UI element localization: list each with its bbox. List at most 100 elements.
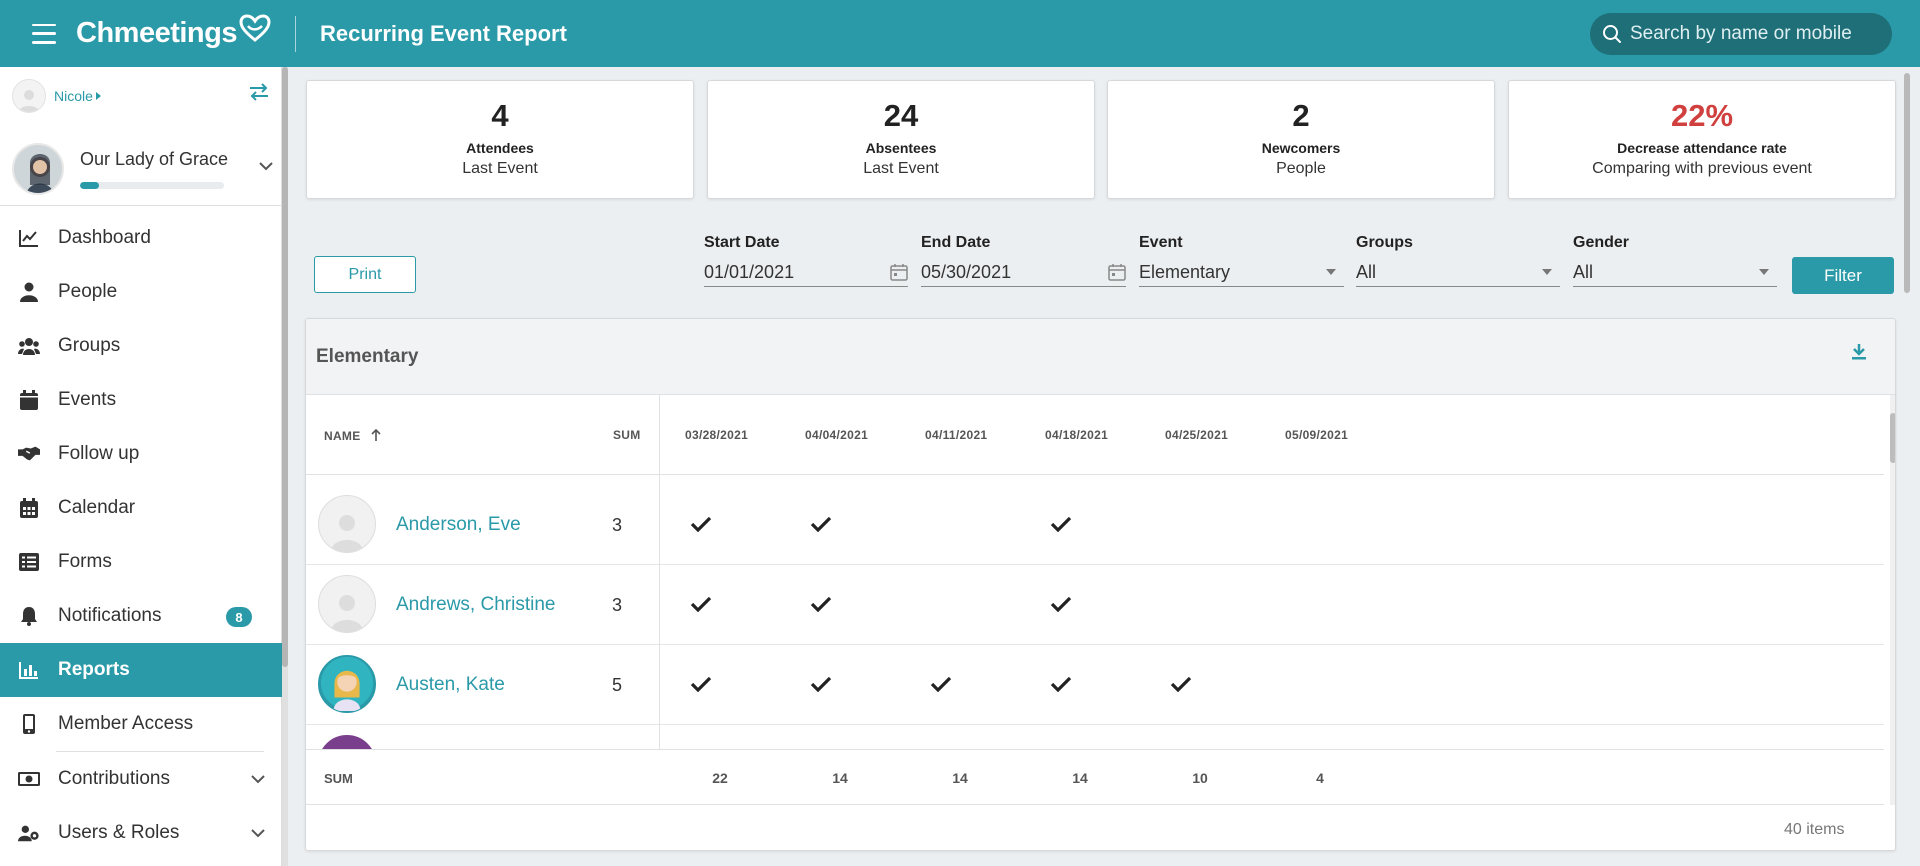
dropdown-arrow-icon: [1542, 269, 1552, 275]
end-date-input[interactable]: 05/30/2021: [921, 258, 1126, 287]
chart-line-icon: [18, 227, 40, 249]
column-divider: [659, 395, 660, 805]
logo[interactable]: Chmeetings: [76, 13, 271, 50]
dropdown-arrow-icon: [1759, 269, 1769, 275]
chevron-down-icon[interactable]: [258, 161, 274, 171]
column-header-date[interactable]: 04/25/2021: [1165, 428, 1228, 442]
groups-label: Groups: [1356, 234, 1413, 251]
sidebar-item-label: Dashboard: [58, 227, 151, 248]
print-button[interactable]: Print: [314, 256, 416, 293]
sidebar-scrollbar[interactable]: [282, 67, 288, 866]
swap-icon[interactable]: [248, 83, 270, 107]
sidebar-item-member-access[interactable]: Member Access: [0, 697, 282, 751]
person-placeholder-icon: [331, 595, 363, 632]
attendance-check-icon: [810, 516, 832, 533]
start-date-input[interactable]: 01/01/2021: [704, 258, 908, 287]
avatar: [318, 735, 376, 749]
sidebar-item-users-roles[interactable]: Users & Roles: [0, 806, 282, 860]
stat-label: Attendees: [466, 140, 534, 156]
stat-sub: Last Event: [462, 160, 538, 177]
column-header-name[interactable]: NAME: [324, 428, 382, 443]
user-name[interactable]: Nicole: [54, 88, 93, 104]
attendance-check-icon: [810, 676, 832, 693]
sidebar-item-groups[interactable]: Groups: [0, 319, 282, 373]
sidebar-item-people[interactable]: People: [0, 265, 282, 319]
sidebar-item-contributions[interactable]: Contributions: [0, 752, 282, 806]
stat-card-attendance-rate: 22% Decrease attendance rate Comparing w…: [1508, 80, 1896, 199]
page-scrollbar-thumb[interactable]: [1904, 73, 1910, 293]
user-switcher[interactable]: Nicole: [12, 79, 101, 113]
column-header-date[interactable]: 04/11/2021: [925, 428, 987, 442]
sidebar-item-label: Users & Roles: [58, 822, 180, 843]
sidebar-item-followup[interactable]: Follow up: [0, 427, 282, 481]
church-progress-bar: [80, 182, 224, 189]
column-header-sum[interactable]: SUM: [613, 428, 641, 442]
sidebar-item-notifications[interactable]: Notifications 8: [0, 589, 282, 643]
person-icon: [18, 281, 40, 303]
dropdown-arrow-icon: [1326, 269, 1336, 275]
end-date-field: End Date 05/30/2021: [921, 234, 1126, 287]
column-header-date[interactable]: 04/04/2021: [805, 428, 868, 442]
row-sum: 5: [612, 675, 623, 695]
column-header-date[interactable]: 04/18/2021: [1045, 428, 1108, 442]
stat-label: Absentees: [865, 140, 937, 156]
event-label: Event: [1139, 234, 1183, 251]
calendar-picker-icon[interactable]: [890, 263, 908, 281]
gender-select[interactable]: All: [1573, 258, 1777, 287]
calendar-picker-icon[interactable]: [1108, 263, 1126, 281]
sidebar-item-label: Follow up: [58, 443, 140, 464]
table-scrollbar-thumb[interactable]: [1890, 413, 1895, 463]
search-input[interactable]: [1630, 23, 1870, 45]
sum-value: 10: [1192, 770, 1208, 786]
attendance-check-icon: [690, 596, 712, 613]
sidebar-item-calendar[interactable]: Calendar: [0, 481, 282, 535]
handshake-icon: [18, 443, 40, 465]
user-avatar: [12, 79, 46, 113]
church-selector[interactable]: Our Lady of Grace: [12, 139, 274, 199]
chevron-down-icon[interactable]: [250, 774, 266, 784]
stat-card-newcomers: 2 Newcomers People: [1107, 80, 1495, 199]
search-icon: [1603, 25, 1621, 43]
avatar: [318, 495, 376, 553]
gender-label: Gender: [1573, 234, 1630, 251]
avatar: [318, 655, 376, 713]
person-avatar-illustration: [320, 656, 374, 711]
start-date-field: Start Date 01/01/2021: [704, 234, 908, 287]
attendance-check-icon: [1050, 676, 1072, 693]
person-name-link[interactable]: Anderson, Eve: [396, 514, 521, 536]
notifications-badge: 8: [226, 607, 252, 627]
sidebar-item-forms[interactable]: Forms: [0, 535, 282, 589]
column-header-date[interactable]: 03/28/2021: [685, 428, 748, 442]
stat-label: Newcomers: [1261, 140, 1341, 156]
money-bill-icon: [18, 768, 40, 790]
avatar: [318, 575, 376, 633]
attendance-check-icon: [1050, 596, 1072, 613]
report-title: Elementary: [316, 345, 419, 367]
filter-button[interactable]: Filter: [1792, 257, 1894, 294]
sidebar-item-reports[interactable]: Reports: [0, 643, 282, 697]
event-select[interactable]: Elementary: [1139, 258, 1344, 287]
person-name-link[interactable]: Austen, Kate: [396, 674, 505, 696]
sidebar-item-events[interactable]: Events: [0, 373, 282, 427]
page-scrollbar[interactable]: [1902, 67, 1912, 866]
sum-value: 14: [952, 770, 968, 786]
person-name-link[interactable]: Andrews, Christine: [396, 594, 555, 616]
column-header-date[interactable]: 05/09/2021: [1285, 428, 1348, 442]
bell-icon: [18, 605, 40, 627]
topbar-divider: [294, 15, 296, 52]
download-icon[interactable]: [1851, 343, 1867, 361]
sort-ascending-icon[interactable]: [370, 428, 382, 442]
table-scrollbar[interactable]: [1890, 395, 1895, 805]
attendance-check-icon: [690, 676, 712, 693]
menu-icon[interactable]: [32, 23, 56, 44]
stat-value: 4: [491, 98, 509, 133]
chevron-down-icon[interactable]: [250, 828, 266, 838]
sum-value: 22: [712, 770, 728, 786]
stat-value: 22%: [1670, 98, 1734, 133]
groups-select-field: Groups All: [1356, 234, 1560, 287]
row-sum: 3: [612, 515, 623, 535]
groups-select[interactable]: All: [1356, 258, 1560, 287]
search-box[interactable]: [1590, 13, 1892, 55]
sidebar-scrollbar-thumb[interactable]: [282, 67, 288, 667]
sidebar-item-dashboard[interactable]: Dashboard: [0, 211, 282, 265]
